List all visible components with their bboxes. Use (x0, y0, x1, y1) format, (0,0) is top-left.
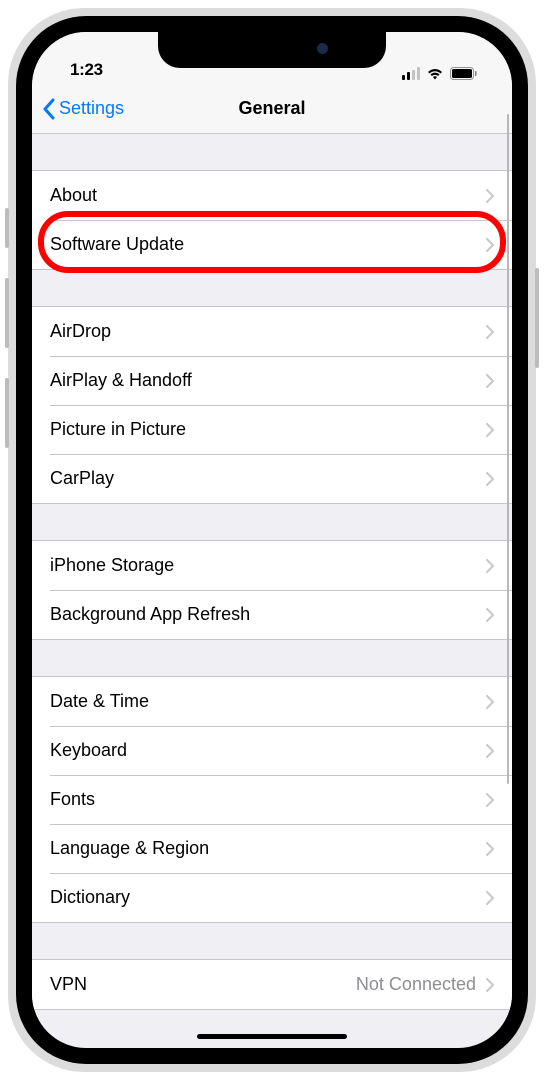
status-time: 1:23 (62, 60, 103, 80)
screen: 1:23 (32, 32, 512, 1048)
page-title: General (238, 98, 305, 119)
front-camera (317, 43, 328, 54)
row-dictionary[interactable]: Dictionary (32, 873, 512, 922)
row-label: Picture in Picture (50, 419, 486, 440)
row-label: CarPlay (50, 468, 486, 489)
back-button[interactable]: Settings (42, 98, 124, 120)
back-label: Settings (59, 98, 124, 119)
section-spacer (32, 923, 512, 959)
chevron-right-icon (486, 793, 494, 807)
row-label: Software Update (50, 234, 486, 255)
row-date-time[interactable]: Date & Time (32, 677, 512, 726)
cellular-signal-icon (402, 67, 421, 80)
section-spacer (32, 640, 512, 676)
side-buttons-left (5, 208, 9, 478)
list-section-3: Date & Time Keyboard Fonts Language (32, 676, 512, 923)
list-section-1: AirDrop AirPlay & Handoff Picture in Pic… (32, 306, 512, 504)
content-scroll[interactable]: About Software Update AirDrop (32, 134, 512, 1048)
row-label: Keyboard (50, 740, 486, 761)
list-section-4: VPN Not Connected (32, 959, 512, 1010)
row-label: Language & Region (50, 838, 486, 859)
chevron-right-icon (486, 891, 494, 905)
row-picture-in-picture[interactable]: Picture in Picture (32, 405, 512, 454)
row-label: Background App Refresh (50, 604, 486, 625)
section-spacer (32, 134, 512, 170)
row-label: iPhone Storage (50, 555, 486, 576)
row-fonts[interactable]: Fonts (32, 775, 512, 824)
chevron-right-icon (486, 695, 494, 709)
device-bezel: 1:23 (16, 16, 528, 1064)
content: About Software Update AirDrop (32, 134, 512, 1010)
row-language-region[interactable]: Language & Region (32, 824, 512, 873)
chevron-right-icon (486, 978, 494, 992)
wifi-icon (426, 67, 444, 80)
row-label: Dictionary (50, 887, 486, 908)
phone-frame: 1:23 (8, 8, 536, 1072)
chevron-right-icon (486, 325, 494, 339)
row-airdrop[interactable]: AirDrop (32, 307, 512, 356)
row-background-app-refresh[interactable]: Background App Refresh (32, 590, 512, 639)
status-icons (402, 67, 483, 80)
battery-icon (450, 67, 478, 80)
volume-down-button (5, 378, 9, 448)
row-carplay[interactable]: CarPlay (32, 454, 512, 503)
section-spacer (32, 504, 512, 540)
section-spacer (32, 270, 512, 306)
row-label: AirDrop (50, 321, 486, 342)
list-section-0: About Software Update (32, 170, 512, 270)
row-keyboard[interactable]: Keyboard (32, 726, 512, 775)
chevron-right-icon (486, 423, 494, 437)
row-label: AirPlay & Handoff (50, 370, 486, 391)
row-label: Fonts (50, 789, 486, 810)
chevron-right-icon (486, 559, 494, 573)
row-vpn[interactable]: VPN Not Connected (32, 960, 512, 1009)
chevron-left-icon (42, 98, 55, 120)
row-label: About (50, 185, 486, 206)
chevron-right-icon (486, 744, 494, 758)
row-software-update[interactable]: Software Update (32, 220, 512, 269)
navigation-bar: Settings General (32, 84, 512, 134)
row-label: VPN (50, 974, 356, 995)
mute-switch (5, 208, 9, 248)
notch (158, 32, 386, 68)
row-about[interactable]: About (32, 171, 512, 220)
row-iphone-storage[interactable]: iPhone Storage (32, 541, 512, 590)
chevron-right-icon (486, 238, 494, 252)
chevron-right-icon (486, 842, 494, 856)
list-section-2: iPhone Storage Background App Refresh (32, 540, 512, 640)
row-value: Not Connected (356, 974, 476, 995)
volume-up-button (5, 278, 9, 348)
chevron-right-icon (486, 472, 494, 486)
row-label: Date & Time (50, 691, 486, 712)
chevron-right-icon (486, 608, 494, 622)
power-button (535, 268, 539, 368)
chevron-right-icon (486, 374, 494, 388)
home-indicator[interactable] (197, 1034, 347, 1039)
chevron-right-icon (486, 189, 494, 203)
row-airplay-handoff[interactable]: AirPlay & Handoff (32, 356, 512, 405)
scrollbar[interactable] (507, 114, 510, 784)
